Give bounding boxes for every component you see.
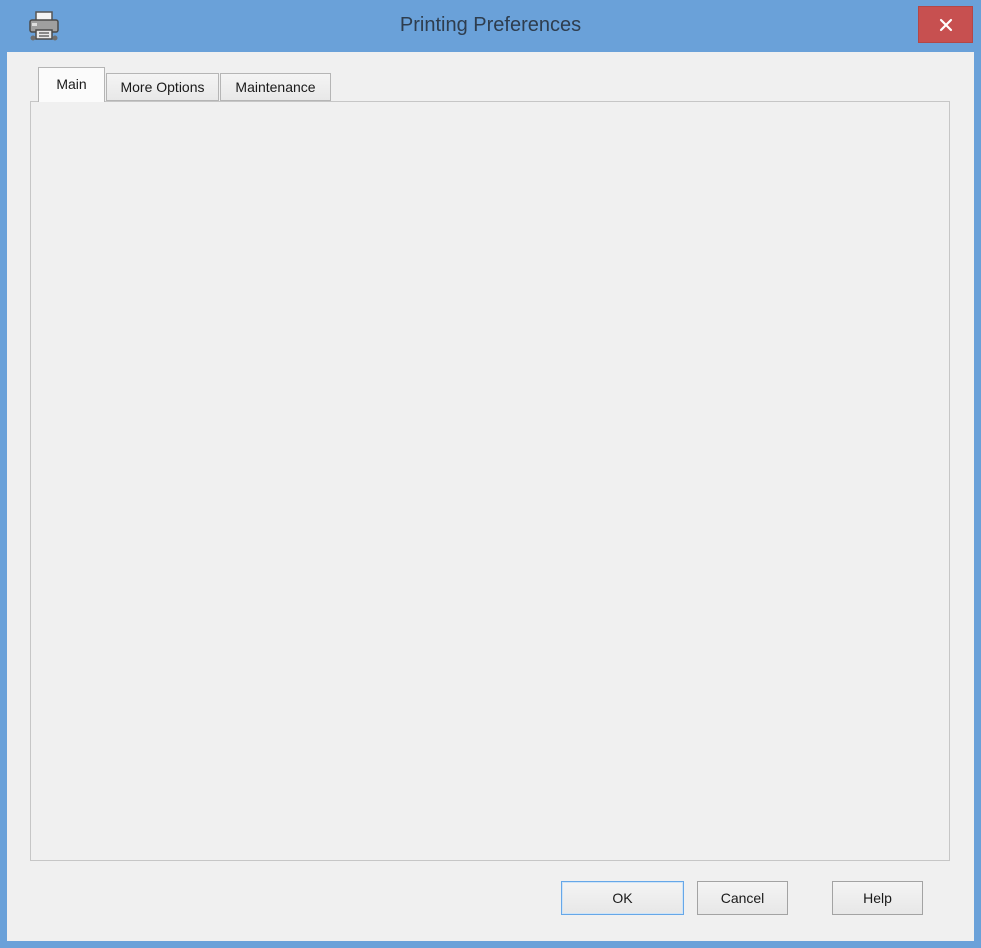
help-button[interactable]: Help bbox=[832, 881, 923, 915]
ok-button[interactable]: OK bbox=[561, 881, 684, 915]
printer-icon bbox=[26, 11, 62, 43]
tab-maintenance[interactable]: Maintenance bbox=[220, 73, 331, 101]
close-button[interactable] bbox=[918, 6, 973, 43]
window-title: Printing Preferences bbox=[0, 0, 981, 50]
close-icon bbox=[938, 17, 954, 33]
printing-preferences-window: Printing Preferences Main More Options M… bbox=[0, 0, 981, 948]
tab-more-options[interactable]: More Options bbox=[106, 73, 219, 101]
titlebar: Printing Preferences bbox=[0, 0, 981, 52]
main-tab-page bbox=[30, 101, 950, 861]
cancel-button[interactable]: Cancel bbox=[697, 881, 788, 915]
tab-main[interactable]: Main bbox=[38, 67, 105, 102]
